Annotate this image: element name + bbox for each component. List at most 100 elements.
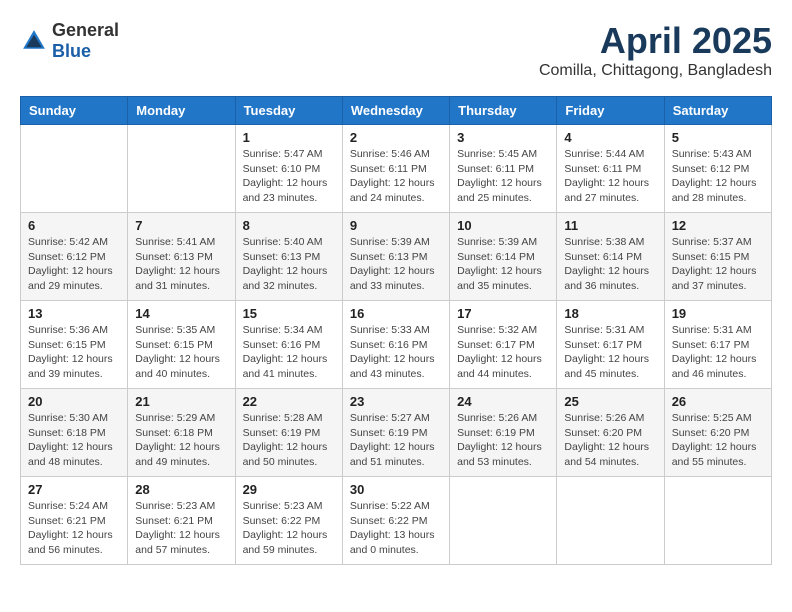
- day-info: Sunrise: 5:39 AMSunset: 6:13 PMDaylight:…: [350, 235, 442, 294]
- calendar-cell: 21 Sunrise: 5:29 AMSunset: 6:18 PMDayligh…: [128, 389, 235, 477]
- calendar-header-row: SundayMondayTuesdayWednesdayThursdayFrid…: [21, 97, 772, 125]
- title-area: April 2025 Comilla, Chittagong, Banglade…: [539, 20, 772, 80]
- day-number: 23: [350, 394, 442, 409]
- location-title: Comilla, Chittagong, Bangladesh: [539, 62, 772, 80]
- calendar-week-row: 1 Sunrise: 5:47 AMSunset: 6:10 PMDaylight…: [21, 125, 772, 213]
- month-title: April 2025: [539, 20, 772, 62]
- logo-general: General: [52, 20, 119, 40]
- calendar-cell: [557, 477, 664, 565]
- logo: General Blue: [20, 20, 119, 62]
- day-info: Sunrise: 5:40 AMSunset: 6:13 PMDaylight:…: [243, 235, 335, 294]
- calendar-cell: 22Sunrise: 5:28 AMSunset: 6:19 PMDayligh…: [235, 389, 342, 477]
- day-info: Sunrise: 5:36 AMSunset: 6:15 PMDaylight:…: [28, 323, 120, 382]
- calendar-table: SundayMondayTuesdayWednesdayThursdayFrid…: [20, 96, 772, 565]
- calendar-cell: 19Sunrise: 5:31 AMSunset: 6:17 PMDayligh…: [664, 301, 771, 389]
- weekday-header: Thursday: [450, 97, 557, 125]
- day-number: 2: [350, 130, 442, 145]
- calendar-cell: 10 Sunrise: 5:39 AMSunset: 6:14 PMDayligh…: [450, 213, 557, 301]
- day-number: 30: [350, 482, 442, 497]
- day-info: Sunrise: 5:29 AMSunset: 6:18 PMDaylight:…: [135, 411, 227, 470]
- calendar-cell: [664, 477, 771, 565]
- day-number: 12: [672, 218, 764, 233]
- day-info: Sunrise: 5:38 AMSunset: 6:14 PMDaylight:…: [564, 235, 656, 294]
- day-info: Sunrise: 5:44 AMSunset: 6:11 PMDaylight:…: [564, 147, 656, 206]
- logo-text: General Blue: [52, 20, 119, 62]
- day-number: 24: [457, 394, 549, 409]
- day-info: Sunrise: 5:26 AMSunset: 6:19 PMDaylight:…: [457, 411, 549, 470]
- calendar-cell: 20 Sunrise: 5:30 AMSunset: 6:18 PMDayligh…: [21, 389, 128, 477]
- day-info: Sunrise: 5:42 AMSunset: 6:12 PMDaylight:…: [28, 235, 120, 294]
- day-info: Sunrise: 5:25 AMSunset: 6:20 PMDaylight:…: [672, 411, 764, 470]
- day-info: Sunrise: 5:47 AMSunset: 6:10 PMDaylight:…: [243, 147, 335, 206]
- calendar-cell: 15 Sunrise: 5:34 AMSunset: 6:16 PMDayligh…: [235, 301, 342, 389]
- calendar-week-row: 20 Sunrise: 5:30 AMSunset: 6:18 PMDayligh…: [21, 389, 772, 477]
- calendar-cell: 29 Sunrise: 5:23 AMSunset: 6:22 PMDayligh…: [235, 477, 342, 565]
- day-number: 7: [135, 218, 227, 233]
- logo-blue: Blue: [52, 41, 91, 61]
- calendar-cell: 8 Sunrise: 5:40 AMSunset: 6:13 PMDaylight…: [235, 213, 342, 301]
- calendar-cell: 1 Sunrise: 5:47 AMSunset: 6:10 PMDaylight…: [235, 125, 342, 213]
- day-info: Sunrise: 5:43 AMSunset: 6:12 PMDaylight:…: [672, 147, 764, 206]
- calendar-cell: 26Sunrise: 5:25 AMSunset: 6:20 PMDayligh…: [664, 389, 771, 477]
- calendar-cell: 28 Sunrise: 5:23 AMSunset: 6:21 PMDayligh…: [128, 477, 235, 565]
- calendar-cell: 5 Sunrise: 5:43 AMSunset: 6:12 PMDaylight…: [664, 125, 771, 213]
- generalblue-logo-icon: [20, 27, 48, 55]
- calendar-cell: 11 Sunrise: 5:38 AMSunset: 6:14 PMDayligh…: [557, 213, 664, 301]
- day-info: Sunrise: 5:39 AMSunset: 6:14 PMDaylight:…: [457, 235, 549, 294]
- day-number: 3: [457, 130, 549, 145]
- day-number: 22: [243, 394, 335, 409]
- day-number: 28: [135, 482, 227, 497]
- calendar-cell: [21, 125, 128, 213]
- day-info: Sunrise: 5:22 AMSunset: 6:22 PMDaylight:…: [350, 499, 442, 558]
- calendar-week-row: 27 Sunrise: 5:24 AMSunset: 6:21 PMDayligh…: [21, 477, 772, 565]
- day-number: 11: [564, 218, 656, 233]
- weekday-header: Monday: [128, 97, 235, 125]
- calendar-cell: 4 Sunrise: 5:44 AMSunset: 6:11 PMDaylight…: [557, 125, 664, 213]
- day-number: 16: [350, 306, 442, 321]
- day-number: 6: [28, 218, 120, 233]
- day-number: 20: [28, 394, 120, 409]
- calendar-cell: 7Sunrise: 5:41 AMSunset: 6:13 PMDaylight…: [128, 213, 235, 301]
- day-number: 13: [28, 306, 120, 321]
- day-info: Sunrise: 5:31 AMSunset: 6:17 PMDaylight:…: [672, 323, 764, 382]
- day-number: 29: [243, 482, 335, 497]
- day-info: Sunrise: 5:23 AMSunset: 6:21 PMDaylight:…: [135, 499, 227, 558]
- day-info: Sunrise: 5:27 AMSunset: 6:19 PMDaylight:…: [350, 411, 442, 470]
- weekday-header: Wednesday: [342, 97, 449, 125]
- day-info: Sunrise: 5:45 AMSunset: 6:11 PMDaylight:…: [457, 147, 549, 206]
- calendar-cell: 16Sunrise: 5:33 AMSunset: 6:16 PMDayligh…: [342, 301, 449, 389]
- day-info: Sunrise: 5:30 AMSunset: 6:18 PMDaylight:…: [28, 411, 120, 470]
- calendar-cell: [128, 125, 235, 213]
- day-number: 27: [28, 482, 120, 497]
- day-number: 5: [672, 130, 764, 145]
- day-number: 1: [243, 130, 335, 145]
- calendar-cell: 3 Sunrise: 5:45 AMSunset: 6:11 PMDaylight…: [450, 125, 557, 213]
- header: General Blue April 2025 Comilla, Chittag…: [20, 20, 772, 80]
- calendar-cell: 2 Sunrise: 5:46 AMSunset: 6:11 PMDaylight…: [342, 125, 449, 213]
- day-info: Sunrise: 5:24 AMSunset: 6:21 PMDaylight:…: [28, 499, 120, 558]
- day-number: 21: [135, 394, 227, 409]
- day-info: Sunrise: 5:31 AMSunset: 6:17 PMDaylight:…: [564, 323, 656, 382]
- day-info: Sunrise: 5:37 AMSunset: 6:15 PMDaylight:…: [672, 235, 764, 294]
- calendar-cell: 14Sunrise: 5:35 AMSunset: 6:15 PMDayligh…: [128, 301, 235, 389]
- day-number: 18: [564, 306, 656, 321]
- calendar-cell: 18 Sunrise: 5:31 AMSunset: 6:17 PMDayligh…: [557, 301, 664, 389]
- calendar-week-row: 6 Sunrise: 5:42 AMSunset: 6:12 PMDaylight…: [21, 213, 772, 301]
- day-number: 15: [243, 306, 335, 321]
- day-number: 8: [243, 218, 335, 233]
- weekday-header: Sunday: [21, 97, 128, 125]
- day-info: Sunrise: 5:23 AMSunset: 6:22 PMDaylight:…: [243, 499, 335, 558]
- calendar-cell: 30 Sunrise: 5:22 AMSunset: 6:22 PMDayligh…: [342, 477, 449, 565]
- day-number: 10: [457, 218, 549, 233]
- day-info: Sunrise: 5:32 AMSunset: 6:17 PMDaylight:…: [457, 323, 549, 382]
- calendar-cell: 13 Sunrise: 5:36 AMSunset: 6:15 PMDayligh…: [21, 301, 128, 389]
- calendar-cell: 24 Sunrise: 5:26 AMSunset: 6:19 PMDayligh…: [450, 389, 557, 477]
- calendar-cell: 9Sunrise: 5:39 AMSunset: 6:13 PMDaylight…: [342, 213, 449, 301]
- calendar-cell: 23 Sunrise: 5:27 AMSunset: 6:19 PMDayligh…: [342, 389, 449, 477]
- weekday-header: Saturday: [664, 97, 771, 125]
- day-info: Sunrise: 5:46 AMSunset: 6:11 PMDaylight:…: [350, 147, 442, 206]
- day-number: 4: [564, 130, 656, 145]
- day-info: Sunrise: 5:34 AMSunset: 6:16 PMDaylight:…: [243, 323, 335, 382]
- day-number: 25: [564, 394, 656, 409]
- day-number: 14: [135, 306, 227, 321]
